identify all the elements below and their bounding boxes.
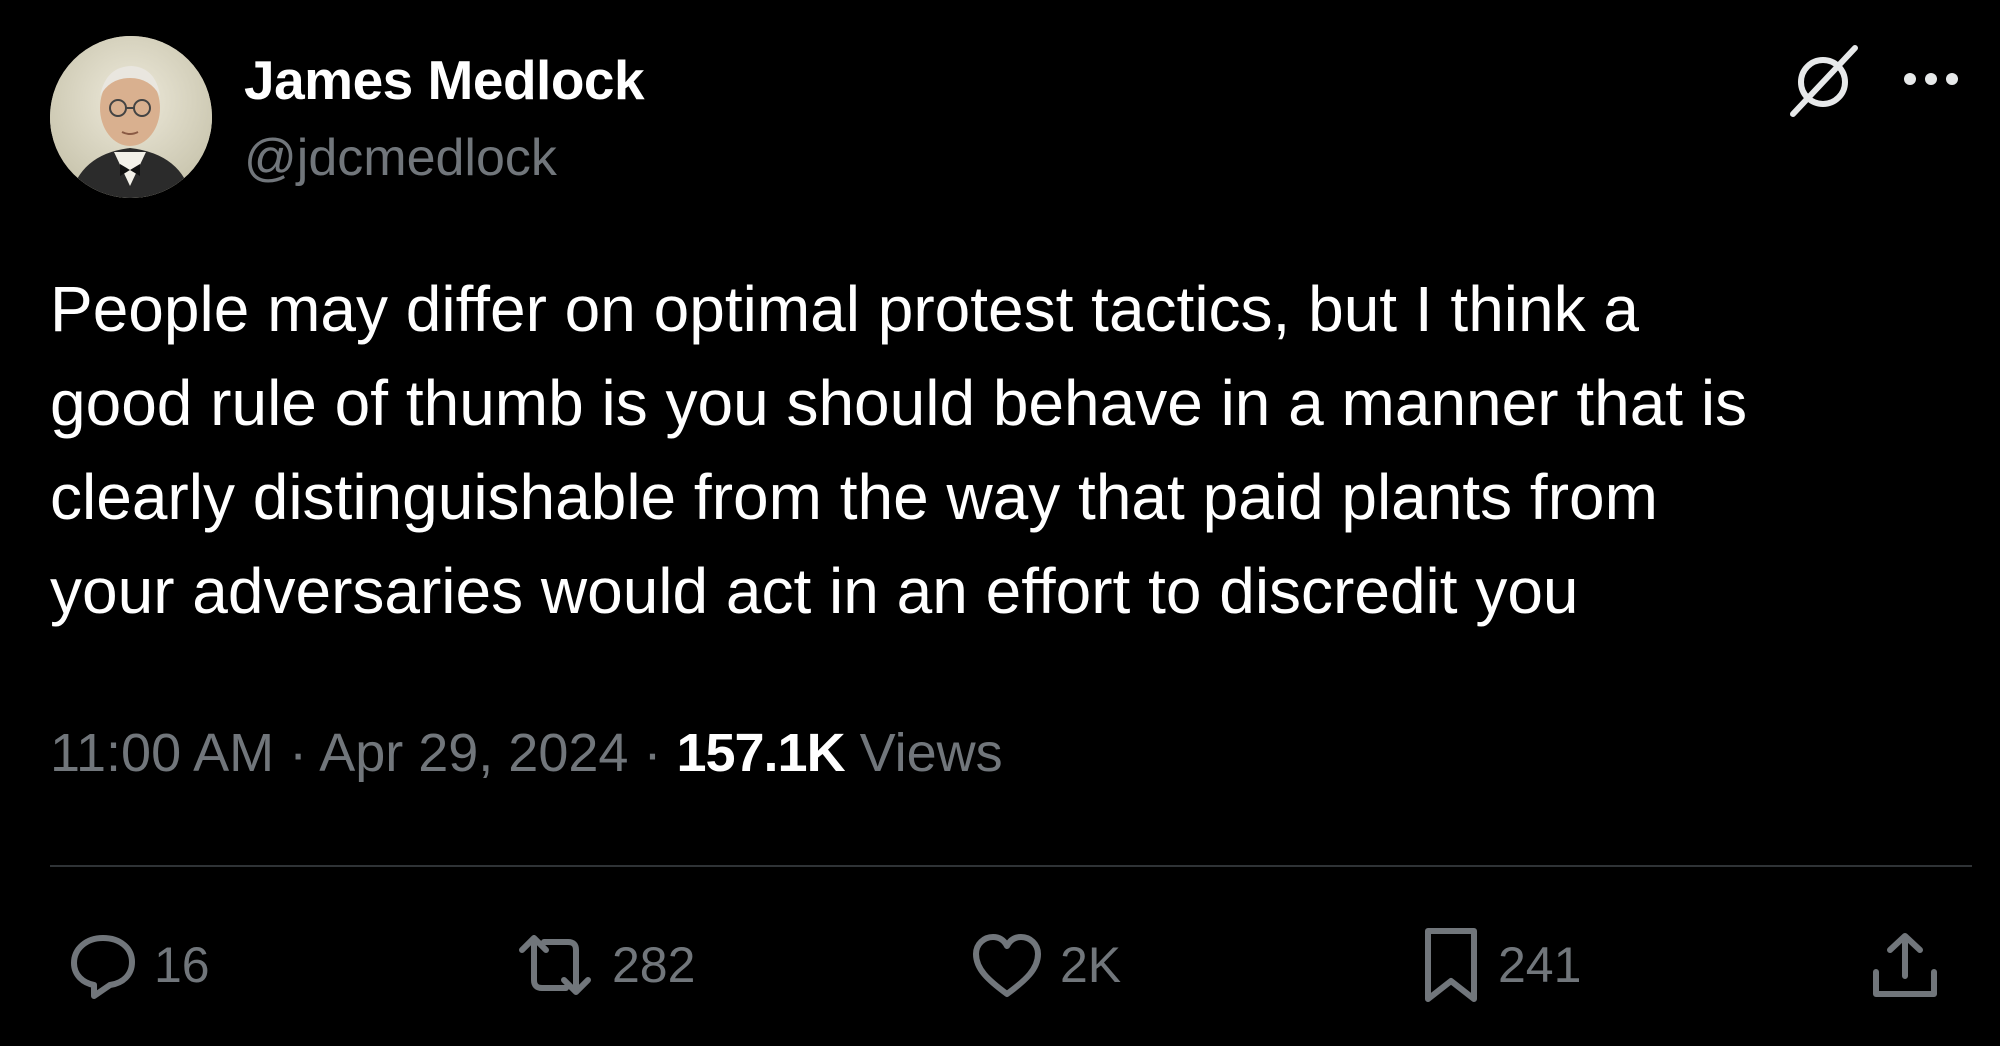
user-handle[interactable]: @jdcmedlock — [244, 128, 557, 188]
repost-icon — [512, 928, 598, 1002]
repost-button[interactable]: 282 — [512, 920, 695, 1010]
like-count: 2K — [1060, 937, 1122, 993]
views-label: Views — [859, 723, 1003, 783]
meta-separator: · — [643, 723, 662, 783]
bookmark-count: 241 — [1498, 937, 1582, 993]
share-icon — [1866, 926, 1944, 1004]
meta-separator: · — [289, 723, 308, 783]
tweet-card: James Medlock @jdcmedlock People may dif… — [0, 0, 2000, 1046]
reply-count: 16 — [154, 937, 210, 993]
reply-button[interactable]: 16 — [66, 920, 210, 1010]
bookmark-icon — [1418, 923, 1484, 1007]
tweet-text: People may differ on optimal protest tac… — [50, 262, 1950, 638]
share-button[interactable] — [1866, 920, 1944, 1010]
repost-count: 282 — [612, 937, 696, 993]
tweet-text-line: clearly distinguishable from the way tha… — [50, 461, 1658, 533]
tweet-text-line: good rule of thumb is you should behave … — [50, 367, 1748, 439]
reply-icon — [66, 928, 140, 1002]
divider — [50, 865, 1972, 867]
tweet-text-line: your adversaries would act in an effort … — [50, 555, 1579, 627]
views-count[interactable]: 157.1K — [676, 723, 845, 783]
bookmark-button[interactable]: 241 — [1418, 920, 1581, 1010]
tweet-text-line: People may differ on optimal protest tac… — [50, 273, 1639, 345]
tweet-meta: 11:00 AM · Apr 29, 2024 · 157.1K Views — [50, 722, 1003, 784]
tweet-time[interactable]: 11:00 AM — [50, 723, 274, 783]
tweet-date[interactable]: Apr 29, 2024 — [319, 723, 628, 783]
avatar[interactable] — [50, 36, 212, 198]
display-name[interactable]: James Medlock — [244, 48, 645, 112]
more-icon[interactable] — [1900, 52, 1962, 106]
like-icon — [968, 928, 1046, 1002]
grok-icon[interactable] — [1783, 40, 1863, 120]
like-button[interactable]: 2K — [968, 920, 1121, 1010]
